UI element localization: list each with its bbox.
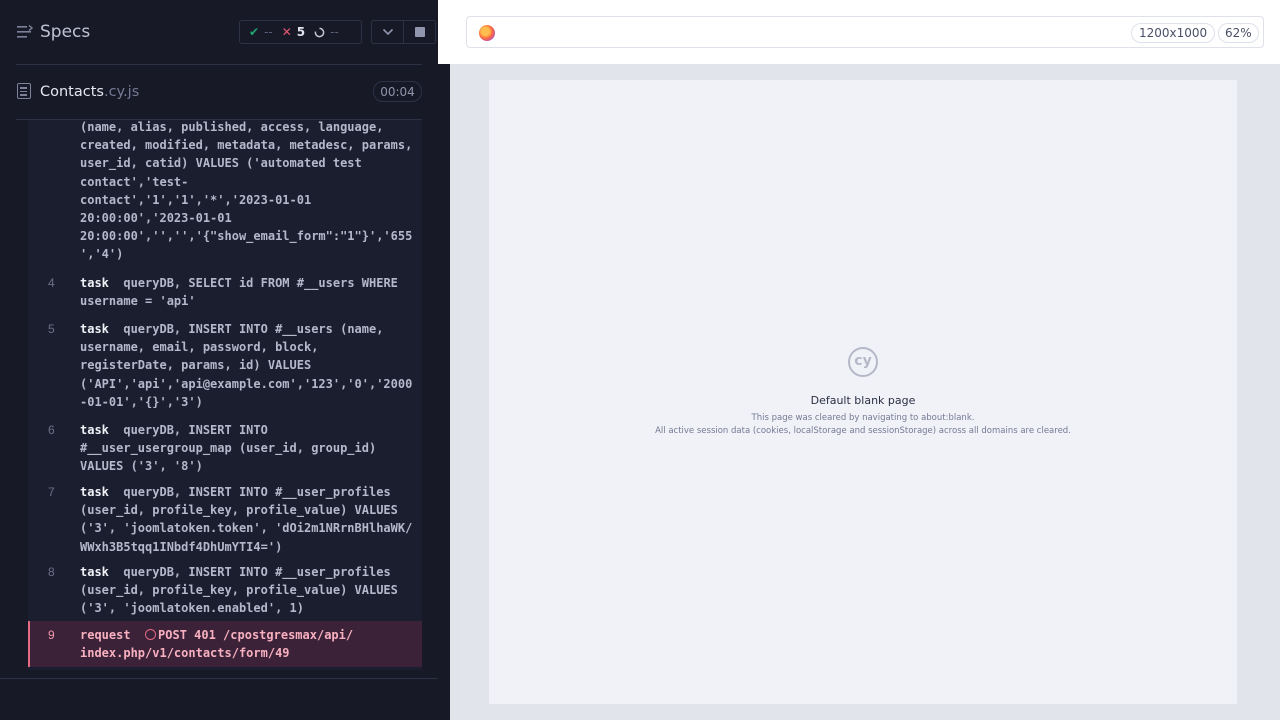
panel-gutter[interactable] <box>438 0 450 720</box>
command-body: task queryDB, INSERT INTO #__user_profil… <box>80 483 416 556</box>
command-keyword: task <box>80 423 109 437</box>
command-number: 4 <box>48 276 55 290</box>
command-number: 7 <box>48 485 55 499</box>
viewport-size-badge[interactable]: 1200x1000 <box>1131 23 1216 43</box>
command-message: queryDB, INSERT INTO #__users (name, use… <box>80 322 413 409</box>
command-body: task queryDB, SELECT id FROM #__users WH… <box>80 274 416 310</box>
command-body: request POST 401 /cpostgresmax/api/ inde… <box>80 626 416 662</box>
command-number: 5 <box>48 322 55 336</box>
spec-name-ext: .cy.js <box>103 84 140 100</box>
command-keyword: task <box>80 485 109 499</box>
command-keyword: task <box>80 322 109 336</box>
command-body: (name, alias, published, access, languag… <box>80 120 416 264</box>
spec-file-name: Contacts.cy.js <box>40 84 139 100</box>
document-icon <box>17 83 31 99</box>
specs-header: Specs ✔ -- ✕ 5 -- <box>0 0 438 64</box>
command-row[interactable]: 4 task queryDB, SELECT id FROM #__users … <box>16 274 422 314</box>
command-number: 8 <box>48 565 55 579</box>
command-keyword: task <box>80 565 109 579</box>
command-body: task queryDB, INSERT INTO #__user_profil… <box>80 563 416 618</box>
failed-command-row[interactable]: 9 request POST 401 /cpostgresmax/api/ in… <box>28 621 422 667</box>
command-message: queryDB, INSERT INTO #__user_profiles (u… <box>80 485 413 554</box>
command-log[interactable]: (name, alias, published, access, languag… <box>16 120 422 670</box>
command-keyword: request <box>80 628 131 642</box>
stop-icon <box>414 27 425 37</box>
command-number: 6 <box>48 423 55 437</box>
failed-count: 5 <box>296 25 306 39</box>
command-row[interactable]: 7 task queryDB, INSERT INTO #__user_prof… <box>16 483 422 559</box>
command-body: task queryDB, INSERT INTO #__users (name… <box>80 320 416 411</box>
test-stats: ✔ -- ✕ 5 -- <box>239 20 362 44</box>
command-row[interactable]: 5 task queryDB, INSERT INTO #__users (na… <box>16 320 422 414</box>
browser-toolbar: 1200x1000 62% <box>450 0 1280 64</box>
failed-stat: ✕ 5 <box>282 25 305 39</box>
failed-request-icon <box>145 629 157 640</box>
passed-count: -- <box>264 25 273 39</box>
spec-file-header: Contacts.cy.js 00:04 <box>0 72 438 112</box>
spec-duration: 00:04 <box>373 81 422 102</box>
sidebar-bottom-divider <box>0 678 438 679</box>
header-divider <box>16 64 422 65</box>
pending-icon <box>314 27 325 37</box>
command-message: queryDB, SELECT id FROM #__users WHERE u… <box>80 276 398 309</box>
blank-page-line-2: All active session data (cookies, localS… <box>655 426 1071 436</box>
app-under-test-frame[interactable]: cy Default blank page This page was clea… <box>489 80 1237 704</box>
firefox-icon[interactable] <box>479 25 495 41</box>
blank-page-line-1: This page was cleared by navigating to a… <box>751 413 975 423</box>
command-body: task queryDB, INSERT INTO #__user_usergr… <box>80 421 416 476</box>
check-icon: ✔ <box>249 25 260 39</box>
command-row[interactable]: 8 task queryDB, INSERT INTO #__user_prof… <box>16 563 422 621</box>
command-number: 9 <box>48 628 55 642</box>
pending-stat: -- <box>314 25 339 39</box>
pending-count: -- <box>330 25 339 39</box>
x-icon: ✕ <box>281 25 292 39</box>
spec-name-base: Contacts <box>40 84 104 100</box>
command-message: (name, alias, published, access, languag… <box>80 120 413 262</box>
command-message: queryDB, INSERT INTO #__user_usergroup_m… <box>80 423 377 474</box>
url-bar[interactable]: 1200x1000 62% <box>466 16 1264 48</box>
chevron-down-icon <box>382 28 393 36</box>
specs-list-icon[interactable] <box>17 25 33 39</box>
expand-toggle-button[interactable] <box>371 20 404 44</box>
blank-page-title: Default blank page <box>810 394 916 407</box>
command-row[interactable]: 6 task queryDB, INSERT INTO #__user_user… <box>16 421 422 479</box>
zoom-badge[interactable]: 62% <box>1218 23 1259 43</box>
command-row[interactable]: (name, alias, published, access, languag… <box>16 120 422 266</box>
command-keyword: task <box>80 276 109 290</box>
gutter-dark <box>438 64 450 720</box>
cypress-logo-icon: cy <box>848 347 878 377</box>
specs-title[interactable]: Specs <box>40 22 90 42</box>
specs-sidebar: Specs ✔ -- ✕ 5 -- Contacts.cy.js 00:04 (… <box>0 0 438 720</box>
passed-stat: ✔ -- <box>249 25 273 39</box>
stop-button[interactable] <box>403 20 436 44</box>
command-message: queryDB, INSERT INTO #__user_profiles (u… <box>80 565 398 616</box>
